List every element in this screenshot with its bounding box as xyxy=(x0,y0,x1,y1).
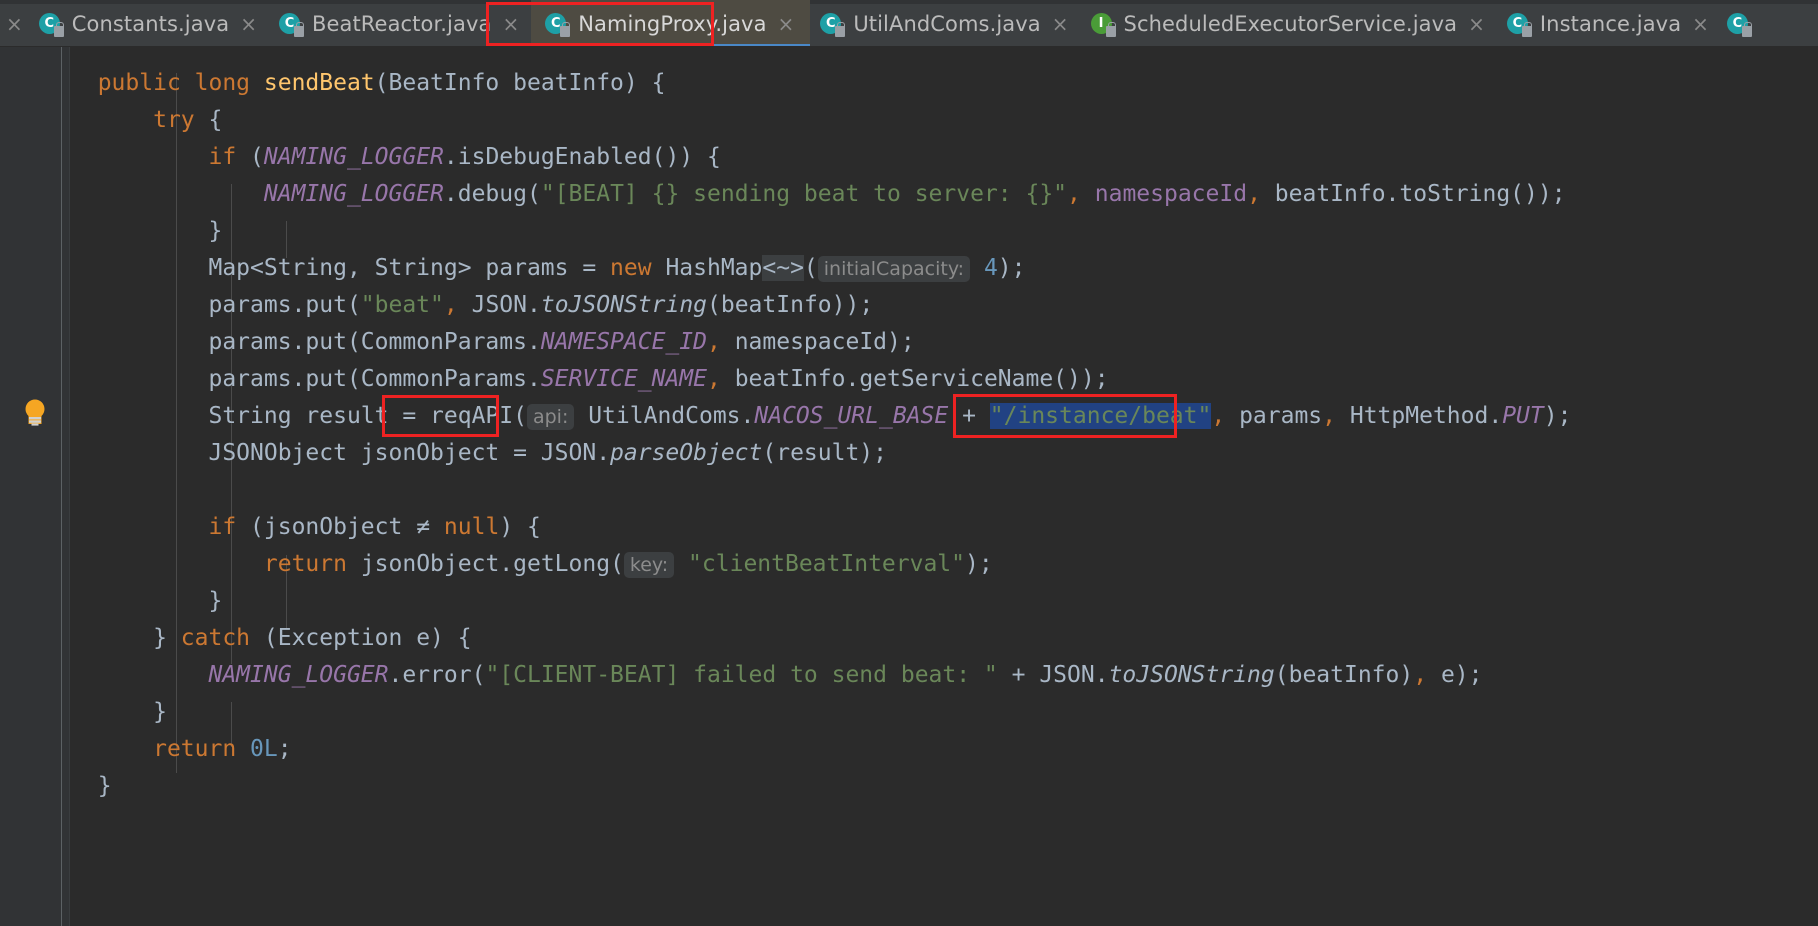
inlay-hint-key[interactable]: key: xyxy=(623,552,675,578)
close-icon[interactable]: × xyxy=(4,14,25,34)
lock-icon xyxy=(835,21,846,37)
reqapi-call-text[interactable]: reqAPI( xyxy=(430,403,527,429)
java-class-icon: C xyxy=(545,12,571,37)
java-class-icon: C xyxy=(38,12,64,37)
code-line: } catch (Exception e) { xyxy=(70,625,472,651)
code-line: params.put(CommonParams.SERVICE_NAME, be… xyxy=(70,366,1109,392)
tab-label: Instance.java xyxy=(1539,11,1682,36)
tab-label: BeatReactor.java xyxy=(311,11,492,36)
editor-fold-gutter[interactable] xyxy=(56,47,70,926)
tab-label: ScheduledExecutorService.java xyxy=(1123,11,1458,36)
tab-utilandcoms-java[interactable]: C UtilAndComs.java × xyxy=(810,0,1080,46)
close-icon[interactable]: × xyxy=(1690,14,1711,34)
tab-overflow-partial[interactable]: C xyxy=(1721,0,1761,46)
code-line: } xyxy=(70,699,167,725)
lock-icon xyxy=(1741,21,1752,37)
code-line: return 0L; xyxy=(153,736,292,762)
code-line: NAMING_LOGGER.debug("[BEAT] {} sending b… xyxy=(263,181,1566,207)
close-icon[interactable]: × xyxy=(500,14,521,34)
java-interface-icon: I xyxy=(1090,12,1116,37)
lock-icon xyxy=(1521,21,1532,37)
code-line: JSONObject jsonObject = JSON.parseObject… xyxy=(70,440,887,466)
lightbulb-icon[interactable] xyxy=(22,398,48,426)
editor-gutter[interactable] xyxy=(0,47,56,926)
lock-icon xyxy=(293,21,304,37)
close-icon[interactable]: × xyxy=(1466,14,1487,34)
code-line: } xyxy=(70,773,112,799)
java-class-icon: C xyxy=(1726,12,1752,37)
tab-label: NamingProxy.java xyxy=(578,11,767,36)
code-line: params.put("beat", JSON.toJSONString(bea… xyxy=(70,292,874,318)
inlay-hint-api[interactable]: api: xyxy=(526,404,575,430)
code-line: if (jsonObject ≠ null) { xyxy=(208,514,541,540)
code-line: if (NAMING_LOGGER.isDebugEnabled()) { xyxy=(208,144,721,170)
tab-constants-java[interactable]: C Constants.java × xyxy=(29,0,269,46)
code-line: } xyxy=(70,218,223,244)
selected-string-instance-beat[interactable]: "/instance/beat" xyxy=(989,403,1212,429)
java-class-icon: C xyxy=(820,12,846,37)
tab-scroll-left-close[interactable]: × xyxy=(0,0,29,46)
lock-icon xyxy=(53,21,64,37)
collapsed-diamond-operator[interactable]: <~> xyxy=(762,255,804,281)
editor-tab-bar: × C Constants.java × C BeatReactor.java … xyxy=(0,0,1818,47)
code-line: Map<String, String> params = new HashMap… xyxy=(70,255,1026,282)
code-line: return jsonObject.getLong(key: "clientBe… xyxy=(263,551,993,578)
tab-scheduledexecutorservice-java[interactable]: I ScheduledExecutorService.java × xyxy=(1081,0,1497,46)
tab-label: Constants.java xyxy=(71,11,230,36)
tab-instance-java[interactable]: C Instance.java × xyxy=(1497,0,1721,46)
code-line: try { xyxy=(153,107,223,133)
lock-icon xyxy=(560,21,571,37)
close-icon[interactable]: × xyxy=(1050,14,1071,34)
tab-namingproxy-java[interactable]: C NamingProxy.java × xyxy=(531,0,811,46)
code-line-reqapi: String result = reqAPI(api: UtilAndComs.… xyxy=(70,403,1572,430)
lock-icon xyxy=(1105,21,1116,37)
tab-beatreactor-java[interactable]: C BeatReactor.java × xyxy=(269,0,531,46)
code-line: NAMING_LOGGER.error("[CLIENT-BEAT] faile… xyxy=(208,662,1483,688)
code-line: params.put(CommonParams.NAMESPACE_ID, na… xyxy=(70,329,915,355)
java-class-icon: C xyxy=(278,12,304,37)
code-editor[interactable]: public long sendBeat(BeatInfo beatInfo) … xyxy=(70,47,1818,926)
code-line: } xyxy=(70,588,223,614)
close-icon[interactable]: × xyxy=(238,14,259,34)
code-line: public long sendBeat(BeatInfo beatInfo) … xyxy=(97,70,666,96)
close-icon[interactable]: × xyxy=(776,14,797,34)
inlay-hint-initial-capacity[interactable]: initialCapacity: xyxy=(817,256,971,282)
tab-label: UtilAndComs.java xyxy=(853,11,1041,36)
java-class-icon: C xyxy=(1506,12,1532,37)
